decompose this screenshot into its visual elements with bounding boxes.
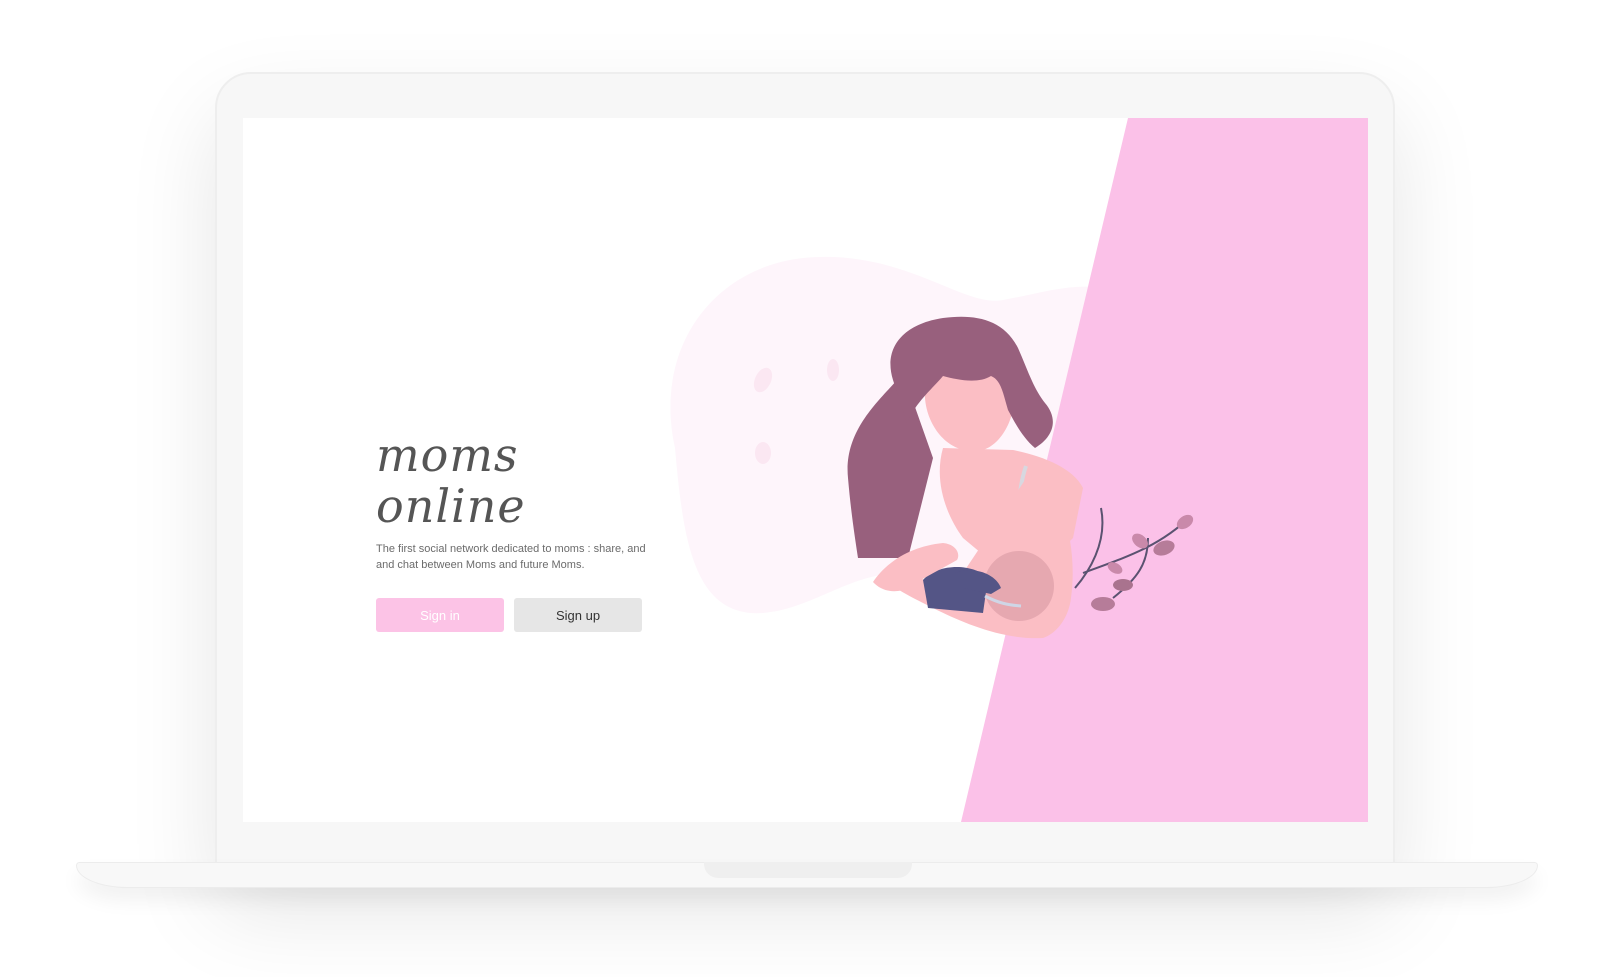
laptop-notch	[704, 862, 912, 878]
sign-in-button[interactable]: Sign in	[376, 598, 504, 633]
hero-section: moms online The first social network ded…	[376, 428, 676, 633]
app-screen: moms online The first social network ded…	[243, 118, 1368, 822]
auth-actions: Sign in Sign up	[376, 598, 676, 633]
petal-decoration	[827, 359, 839, 381]
tagline: The first social network dedicated to mo…	[376, 543, 646, 572]
petal-decoration	[755, 442, 771, 464]
sign-up-button[interactable]: Sign up	[514, 598, 642, 633]
brand-logo: moms online	[376, 428, 526, 533]
